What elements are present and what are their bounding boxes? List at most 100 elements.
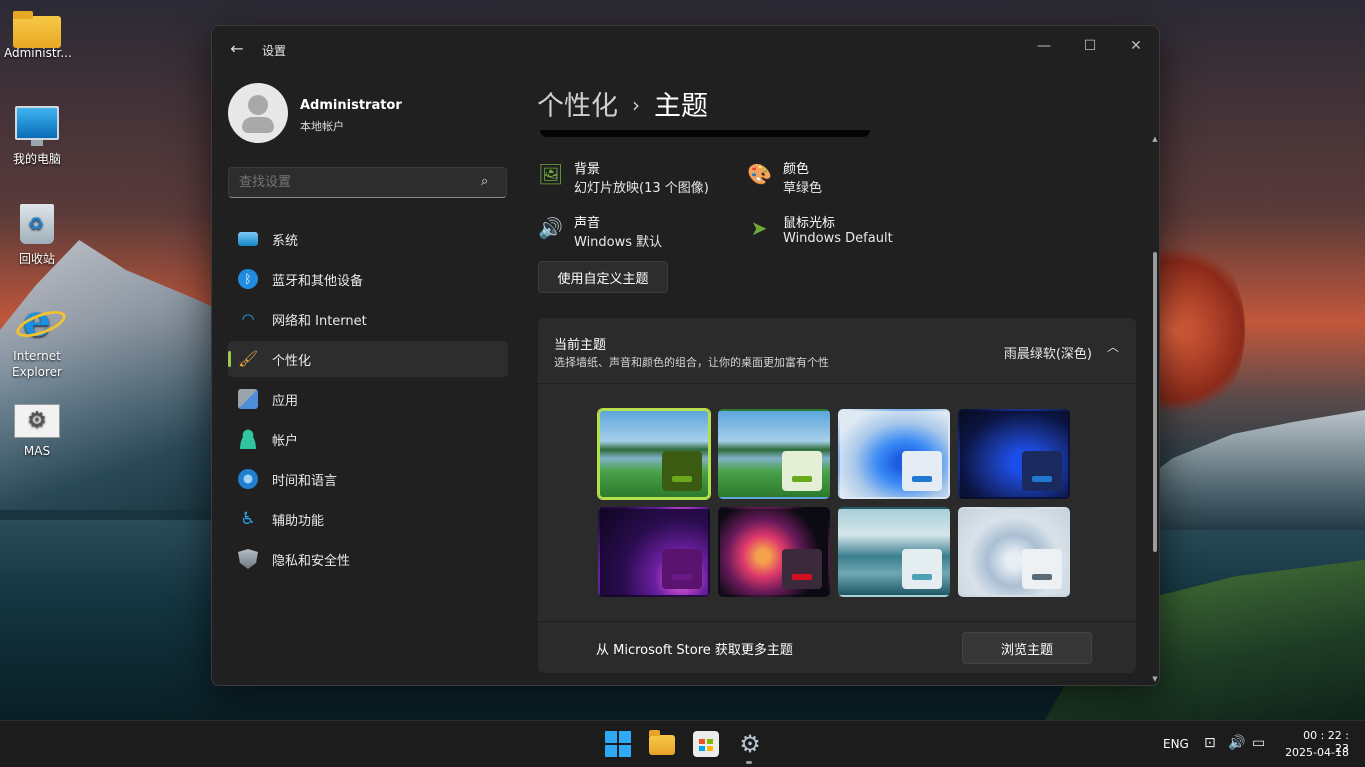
computer-icon bbox=[15, 106, 59, 146]
desktop-icon-label: 我的电脑 bbox=[12, 152, 61, 166]
desktop-icon-administrator[interactable]: Administr... bbox=[4, 10, 72, 60]
theme-sound-setting[interactable]: 🔊 声音 Windows 默认 bbox=[538, 212, 738, 252]
taskbar: ⚙ ENG ⊡ 🔊 ▭ 00 : 22 : 23 2025-04-18 bbox=[0, 720, 1365, 767]
panel-title: 当前主题 bbox=[554, 338, 607, 353]
setting-value: 幻灯片放映(13 个图像) bbox=[574, 181, 709, 196]
theme-tile[interactable] bbox=[958, 507, 1070, 597]
sidebar-item-label: 蓝牙和其他设备 bbox=[272, 273, 364, 289]
sidebar-item-time-language[interactable]: 时间和语言 bbox=[228, 461, 508, 497]
sidebar-item-label: 应用 bbox=[272, 393, 299, 409]
desktop-icon-internet-explorer[interactable]: e Internet Explorer bbox=[4, 300, 70, 380]
system-icon bbox=[238, 232, 258, 246]
palette-icon: 🎨 bbox=[747, 162, 772, 186]
search-input[interactable] bbox=[228, 167, 507, 198]
breadcrumb: 个性化 › 主题 bbox=[537, 84, 708, 123]
sidebar-item-bluetooth[interactable]: ᛒ 蓝牙和其他设备 bbox=[228, 261, 508, 297]
speaker-icon: 🔊 bbox=[538, 216, 563, 240]
account-icon bbox=[238, 429, 258, 449]
scroll-up-icon[interactable]: ▲ bbox=[1151, 134, 1159, 144]
sidebar-item-personalization[interactable]: 🖌 个性化 bbox=[228, 341, 508, 377]
theme-color-setting[interactable]: 🎨 颜色 草绿色 bbox=[747, 158, 947, 198]
folder-icon bbox=[13, 11, 61, 48]
current-theme-name: 雨晨绿软(深色) bbox=[1003, 347, 1092, 362]
sidebar-item-privacy[interactable]: 隐私和安全性 bbox=[228, 541, 508, 577]
brush-icon: 🖌 bbox=[238, 349, 259, 368]
current-theme-header[interactable]: 当前主题 选择墙纸、声音和颜色的组合，让你的桌面更加富有个性 雨晨绿软(深色) … bbox=[538, 318, 1136, 384]
profile-account-type: 本地帐户 bbox=[300, 120, 344, 133]
minimize-button[interactable]: — bbox=[1021, 32, 1067, 60]
store-icon[interactable] bbox=[693, 731, 719, 757]
theme-tile[interactable] bbox=[718, 507, 830, 597]
theme-tile[interactable] bbox=[598, 409, 710, 499]
settings-gear-icon[interactable]: ⚙ bbox=[737, 731, 763, 757]
avatar bbox=[228, 83, 288, 143]
volume-icon[interactable]: 🔊 bbox=[1228, 735, 1245, 751]
sidebar-item-network[interactable]: ◠ 网络和 Internet bbox=[228, 301, 508, 337]
theme-tile[interactable] bbox=[718, 409, 830, 499]
setting-title: 声音 bbox=[574, 216, 601, 231]
sidebar-item-accounts[interactable]: 帐户 bbox=[228, 421, 508, 457]
scrollbar[interactable]: ▲ ▼ bbox=[1151, 134, 1159, 684]
sidebar-item-label: 个性化 bbox=[272, 353, 312, 369]
theme-preview bbox=[540, 130, 870, 137]
theme-swatch bbox=[662, 549, 702, 589]
theme-swatch bbox=[782, 451, 822, 491]
app-title: 设置 bbox=[262, 44, 287, 58]
sidebar-item-system[interactable]: 系统 bbox=[228, 221, 508, 257]
store-text: 从 Microsoft Store 获取更多主题 bbox=[596, 643, 793, 658]
file-explorer-icon[interactable] bbox=[649, 730, 675, 755]
user-profile[interactable]: Administrator 本地帐户 bbox=[228, 83, 508, 143]
profile-name: Administrator bbox=[300, 98, 402, 113]
browse-themes-button[interactable]: 浏览主题 bbox=[962, 632, 1092, 664]
use-custom-theme-button[interactable]: 使用自定义主题 bbox=[538, 261, 668, 293]
search-icon[interactable]: ⌕ bbox=[481, 174, 488, 189]
theme-swatch bbox=[662, 451, 702, 491]
close-button[interactable]: ✕ bbox=[1113, 32, 1159, 60]
sidebar-item-label: 辅助功能 bbox=[272, 513, 325, 529]
cursor-icon: ➤ bbox=[750, 216, 768, 240]
image-icon: 🖼 bbox=[538, 162, 564, 186]
page-title: 主题 bbox=[654, 91, 708, 122]
theme-background-setting[interactable]: 🖼 背景 幻灯片放映(13 个图像) bbox=[538, 158, 738, 198]
sidebar-item-label: 时间和语言 bbox=[272, 473, 338, 489]
wifi-icon: ◠ bbox=[241, 310, 255, 328]
breadcrumb-parent[interactable]: 个性化 bbox=[537, 91, 618, 122]
back-arrow-icon[interactable]: ← bbox=[226, 38, 248, 60]
bluetooth-icon: ᛒ bbox=[238, 269, 258, 289]
theme-tile[interactable] bbox=[958, 409, 1070, 499]
sidebar-item-apps[interactable]: 应用 bbox=[228, 381, 508, 417]
shield-icon bbox=[238, 549, 258, 569]
setting-value: 草绿色 bbox=[783, 181, 823, 196]
network-icon[interactable]: ⊡ bbox=[1204, 735, 1216, 751]
desktop-icon-mas[interactable]: ⚙ MAS bbox=[4, 404, 70, 458]
desktop-icon-recycle-bin[interactable]: ♻ 回收站 bbox=[4, 204, 70, 267]
sidebar-item-label: 网络和 Internet bbox=[272, 313, 367, 329]
start-icon[interactable] bbox=[605, 731, 631, 757]
theme-tile[interactable] bbox=[598, 507, 710, 597]
chevron-up-icon[interactable]: ︿ bbox=[1106, 340, 1120, 354]
desktop-icon-label: Internet Explorer bbox=[12, 349, 62, 379]
breadcrumb-chevron-icon: › bbox=[632, 93, 640, 117]
sidebar-item-accessibility[interactable]: ♿ 辅助功能 bbox=[228, 501, 508, 537]
accessibility-icon: ♿ bbox=[240, 509, 256, 529]
panel-subtitle: 选择墙纸、声音和颜色的组合，让你的桌面更加富有个性 bbox=[554, 356, 829, 369]
maximize-button[interactable]: ☐ bbox=[1067, 32, 1113, 60]
theme-tile[interactable] bbox=[838, 409, 950, 499]
theme-cursor-setting[interactable]: ➤ 鼠标光标 Windows Default bbox=[747, 212, 947, 252]
battery-icon[interactable]: ▭ bbox=[1252, 735, 1265, 751]
time-language-icon bbox=[238, 469, 258, 489]
settings-window: ← 设置 — ☐ ✕ Administrator 本地帐户 ⌕ 系统 ᛒ 蓝牙和… bbox=[211, 25, 1160, 686]
scroll-down-icon[interactable]: ▼ bbox=[1151, 674, 1159, 684]
theme-tile[interactable] bbox=[838, 507, 950, 597]
wallpaper-mountain-right bbox=[1125, 410, 1365, 530]
setting-title: 鼠标光标 bbox=[783, 216, 836, 231]
desktop-icon-label: Administr... bbox=[4, 46, 72, 60]
scrollbar-thumb[interactable] bbox=[1153, 252, 1157, 552]
input-language[interactable]: ENG bbox=[1163, 737, 1189, 751]
setting-value: Windows Default bbox=[783, 231, 893, 246]
desktop-icon-my-computer[interactable]: 我的电脑 bbox=[4, 106, 70, 167]
theme-swatch bbox=[902, 549, 942, 589]
sidebar-item-label: 帐户 bbox=[272, 433, 299, 449]
sidebar-nav: 系统 ᛒ 蓝牙和其他设备 ◠ 网络和 Internet 🖌 个性化 应用 帐户 … bbox=[228, 221, 508, 581]
clock-date[interactable]: 2025-04-18 bbox=[1283, 746, 1349, 759]
